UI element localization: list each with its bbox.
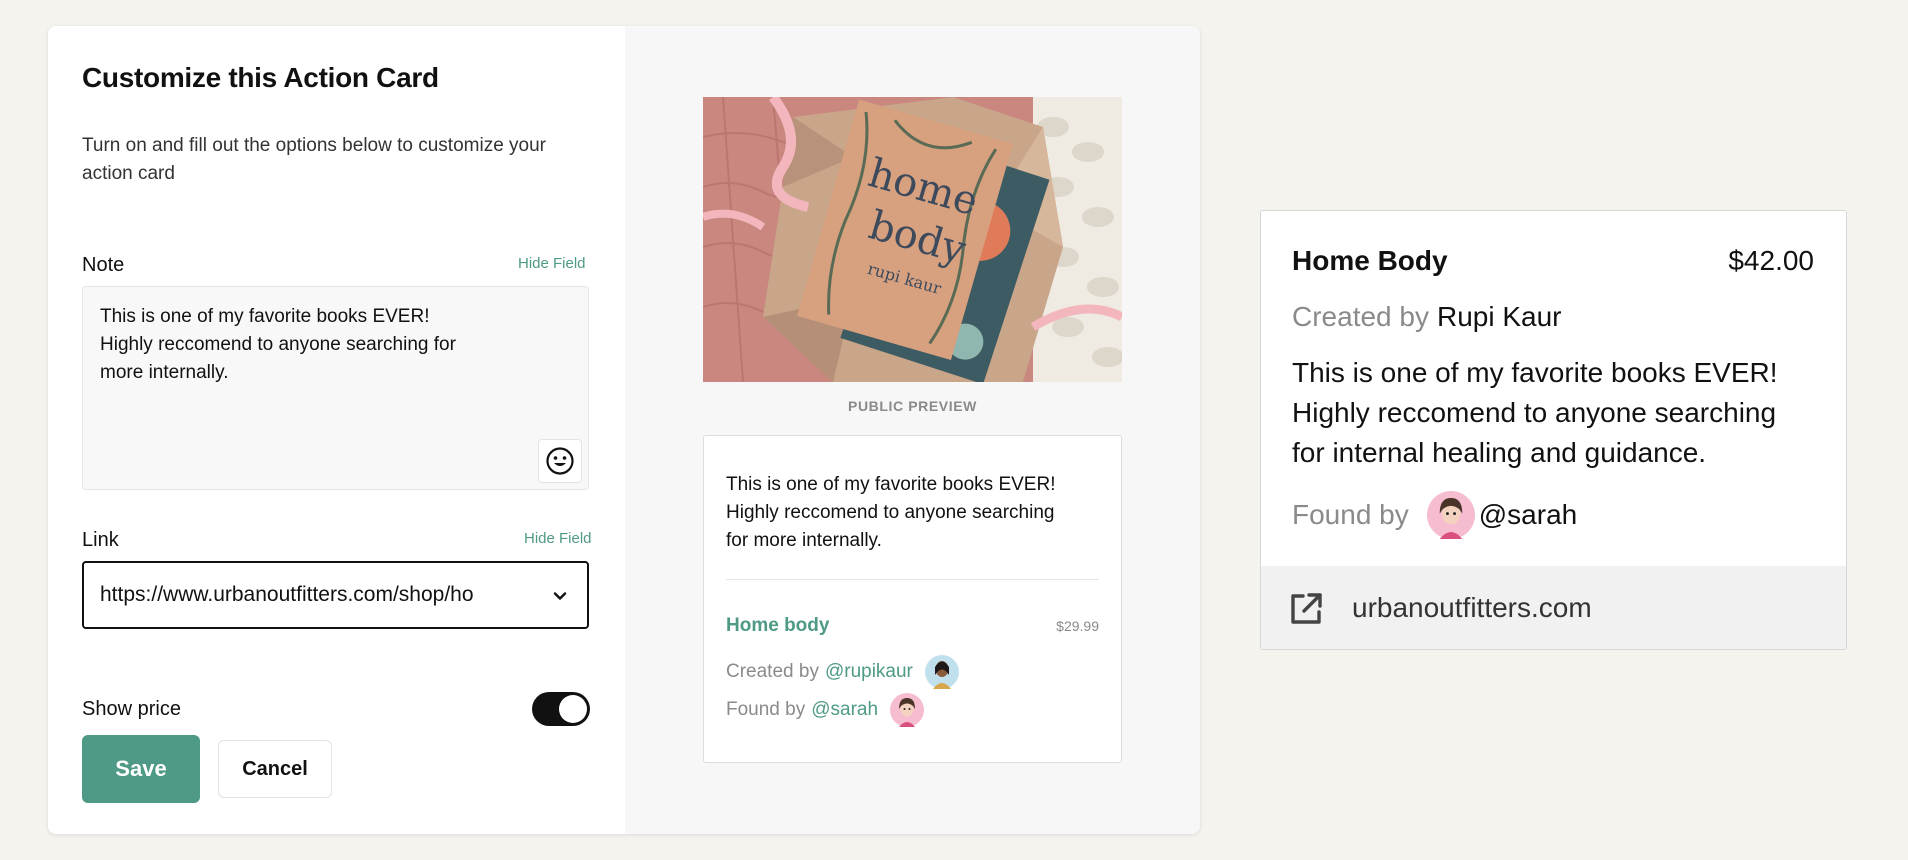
link-select[interactable]: https://www.urbanoutfitters.com/shop/ho — [82, 561, 589, 629]
show-price-label: Show price — [82, 698, 181, 720]
card-found-by-label: Found by — [1292, 499, 1409, 530]
card-creator-row: Created by Rupi Kaur — [1292, 301, 1561, 333]
book-photo-image: home body rupi kaur — [703, 97, 1122, 382]
note-label: Note — [82, 254, 125, 276]
customize-modal: Customize this Action Card Turn on and f… — [48, 26, 1200, 834]
save-button[interactable]: Save — [82, 735, 200, 803]
creator-avatar — [924, 655, 959, 689]
preview-note: This is one of my favorite books EVER! H… — [726, 474, 1056, 551]
preview-product-name[interactable]: Home body — [726, 615, 829, 637]
finder-avatar — [890, 693, 925, 727]
card-domain-link[interactable]: urbanoutfitters.com — [1352, 592, 1592, 624]
public-preview-caption: PUBLIC PREVIEW — [848, 398, 977, 414]
card-creator-name: Rupi Kaur — [1436, 301, 1562, 332]
smiley-icon — [546, 447, 574, 475]
preview-pane: home body rupi kaur PUBLIC PREVIEW This … — [625, 26, 1200, 834]
emoji-button[interactable] — [538, 439, 582, 483]
finder-handle-link[interactable]: @sarah — [811, 699, 878, 721]
card-title: Home Body — [1292, 245, 1448, 276]
link-label: Link — [82, 529, 119, 551]
action-card[interactable]: Home Body $42.00 Created by Rupi Kaur Thi… — [1260, 210, 1847, 650]
preview-created-row: Created by @rupikaur — [726, 655, 959, 689]
preview-price: $29.99 — [1056, 618, 1099, 634]
link-value: https://www.urbanoutfitters.com/shop/ho — [100, 583, 474, 606]
created-by-label: Created by — [726, 661, 819, 682]
external-link-icon — [1291, 593, 1322, 624]
hide-note-field-link[interactable]: Hide Field — [518, 255, 586, 272]
card-found-row: Found by @sarah — [1292, 491, 1577, 539]
note-text: This is one of my favorite books EVER! H… — [100, 306, 456, 383]
card-footer[interactable]: urbanoutfitters.com — [1261, 566, 1846, 649]
show-price-toggle[interactable] — [532, 692, 590, 726]
creator-handle-link[interactable]: @rupikaur — [825, 661, 913, 683]
toggle-knob — [559, 695, 587, 723]
card-finder-avatar — [1426, 491, 1475, 539]
book-photo: home body rupi kaur — [703, 97, 1122, 382]
editor-pane: Customize this Action Card Turn on and f… — [48, 26, 625, 834]
chevron-down-icon[interactable] — [551, 587, 569, 605]
hide-link-field-link[interactable]: Hide Field — [524, 530, 592, 547]
card-price: $42.00 — [1728, 245, 1814, 276]
preview-found-row: Found by @sarah — [726, 693, 925, 727]
cancel-button[interactable]: Cancel — [218, 740, 332, 798]
note-textarea[interactable]: This is one of my favorite books EVER! H… — [82, 286, 589, 490]
card-note: This is one of my favorite books EVER! H… — [1292, 357, 1778, 468]
card-finder-handle[interactable]: @sarah — [1479, 499, 1577, 531]
found-by-label: Found by — [726, 699, 806, 720]
preview-card: This is one of my favorite books EVER! H… — [703, 435, 1122, 763]
modal-subtitle: Turn on and fill out the options below t… — [82, 135, 546, 184]
modal-title: Customize this Action Card — [82, 62, 439, 93]
preview-divider — [726, 579, 1099, 580]
card-created-by-label: Created by — [1292, 301, 1429, 332]
